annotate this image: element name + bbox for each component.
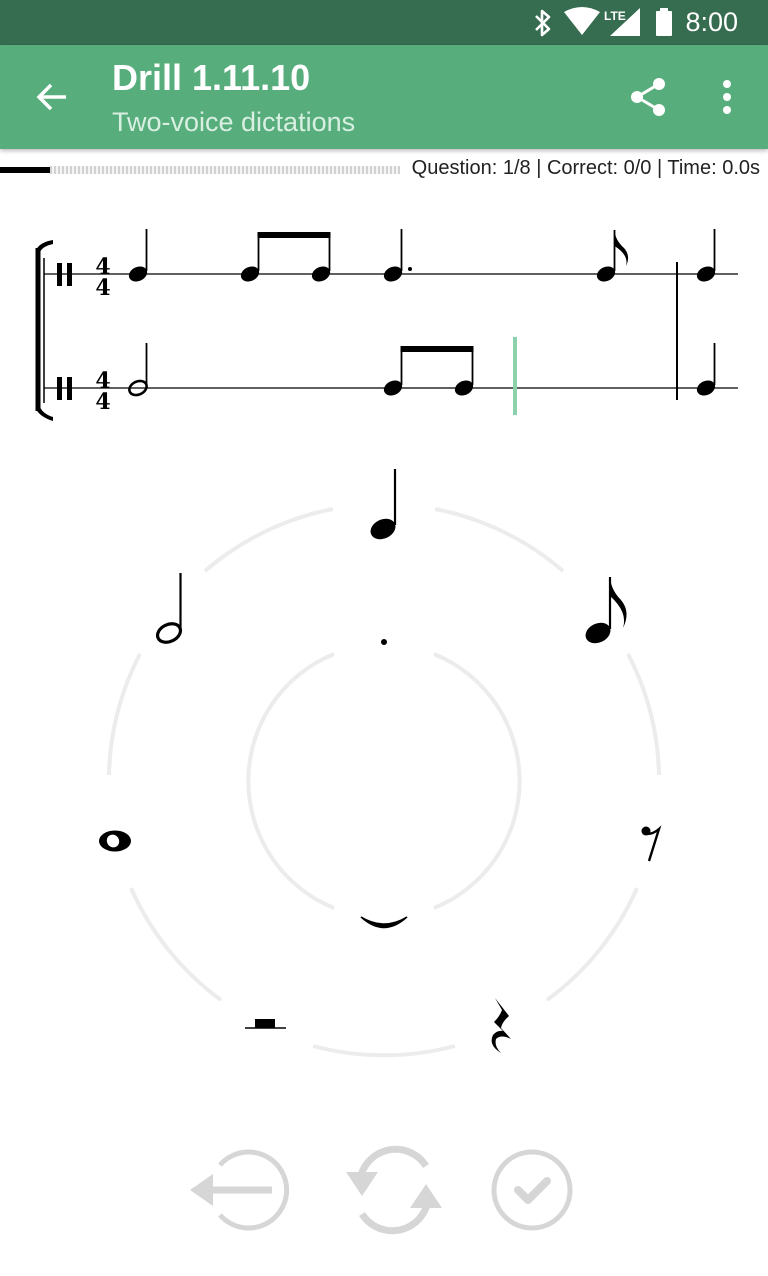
drill-title: Drill 1.11.10 <box>112 57 311 98</box>
check-icon[interactable] <box>490 1148 574 1232</box>
quarter-note <box>696 229 716 282</box>
music-score: 4 4 4 4 <box>35 229 738 421</box>
beam <box>400 346 474 352</box>
drill-subtitle: Two-voice dictations <box>112 107 356 137</box>
whole-note-button[interactable] <box>99 830 131 852</box>
eighth-note-button[interactable] <box>582 577 627 647</box>
note-wheel <box>99 469 662 1058</box>
dotted-quarter-note <box>383 229 412 282</box>
eighth-note <box>454 348 474 396</box>
eighth-note <box>596 230 629 282</box>
lte-signal-icon: LTE <box>604 8 640 36</box>
undo-icon[interactable] <box>188 1148 298 1232</box>
clock: 8:00 <box>685 7 738 37</box>
quarter-note <box>696 343 716 396</box>
network-label: LTE <box>604 9 626 23</box>
wheel-outer-ring <box>107 507 661 1058</box>
half-rest-button[interactable] <box>245 1019 286 1029</box>
progress-fill <box>0 167 50 173</box>
refresh-icon[interactable] <box>344 1145 444 1235</box>
app-bar: Drill 1.11.10 Two-voice dictations <box>0 45 768 149</box>
more-vert-icon[interactable] <box>721 79 733 115</box>
staff-bracket <box>35 240 53 421</box>
eighth-note <box>383 348 403 396</box>
beam <box>257 232 331 238</box>
wifi-icon <box>564 7 600 35</box>
eighth-rest-button[interactable] <box>641 825 662 862</box>
time-signature-lower-bottom: 4 <box>95 389 110 415</box>
share-icon[interactable] <box>630 77 666 117</box>
half-note-button[interactable] <box>155 573 184 646</box>
progress-track <box>50 166 400 174</box>
tie-button[interactable] <box>360 916 408 929</box>
half-note <box>128 343 148 397</box>
back-arrow-icon[interactable] <box>36 81 68 113</box>
time-signature-upper-bottom: 4 <box>95 275 110 301</box>
battery-icon <box>656 8 672 36</box>
question-stats: Question: 1/8 | Correct: 0/0 | Time: 0.0… <box>411 157 760 179</box>
input-cursor <box>513 337 517 415</box>
status-bar: LTE 8:00 <box>0 0 768 45</box>
quarter-note-button[interactable] <box>367 469 399 543</box>
augmentation-dot-button[interactable] <box>381 639 387 645</box>
eighth-note <box>311 234 331 282</box>
quarter-rest-button[interactable] <box>491 998 511 1053</box>
bluetooth-icon <box>535 9 551 37</box>
wheel-inner-ring <box>246 652 522 910</box>
quarter-note <box>128 229 148 282</box>
eighth-note <box>240 234 260 282</box>
